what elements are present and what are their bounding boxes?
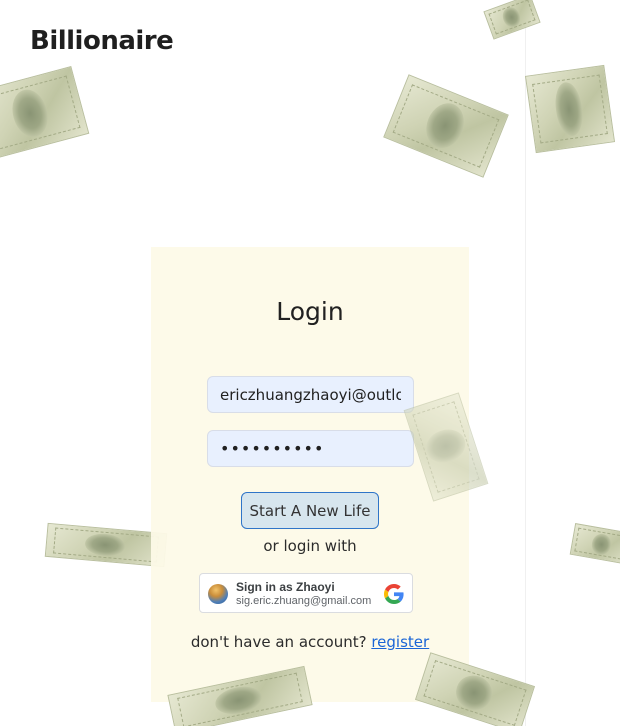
register-prompt-text: don't have an account? bbox=[190, 633, 372, 651]
start-new-life-button[interactable]: Start A New Life bbox=[241, 492, 379, 529]
google-signin-name: Sign in as Zhaoyi bbox=[236, 580, 335, 594]
money-bill-image bbox=[383, 74, 509, 178]
google-signin-email: sig.eric.zhuang@gmail.com bbox=[236, 595, 372, 607]
login-title: Login bbox=[276, 297, 344, 326]
google-g-icon bbox=[384, 584, 404, 604]
or-login-with-text: or login with bbox=[263, 537, 357, 555]
money-bill-image bbox=[524, 64, 616, 154]
brand-logo-text[interactable]: Billionaire bbox=[30, 26, 174, 56]
google-signin-button[interactable]: Sign in as Zhaoyi sig.eric.zhuang@gmail.… bbox=[199, 573, 413, 613]
password-input[interactable] bbox=[207, 430, 414, 467]
register-prompt: don't have an account? register bbox=[151, 633, 469, 651]
login-card: Login Start A New Life or login with Sig… bbox=[151, 247, 469, 702]
register-link[interactable]: register bbox=[371, 633, 429, 651]
page: Billionaire Login Start A New Life or lo… bbox=[0, 0, 620, 726]
money-bill-image bbox=[44, 522, 168, 568]
money-bill-image bbox=[414, 652, 536, 726]
user-avatar bbox=[208, 584, 228, 604]
email-input[interactable] bbox=[207, 376, 414, 413]
money-bill-image bbox=[0, 65, 90, 161]
